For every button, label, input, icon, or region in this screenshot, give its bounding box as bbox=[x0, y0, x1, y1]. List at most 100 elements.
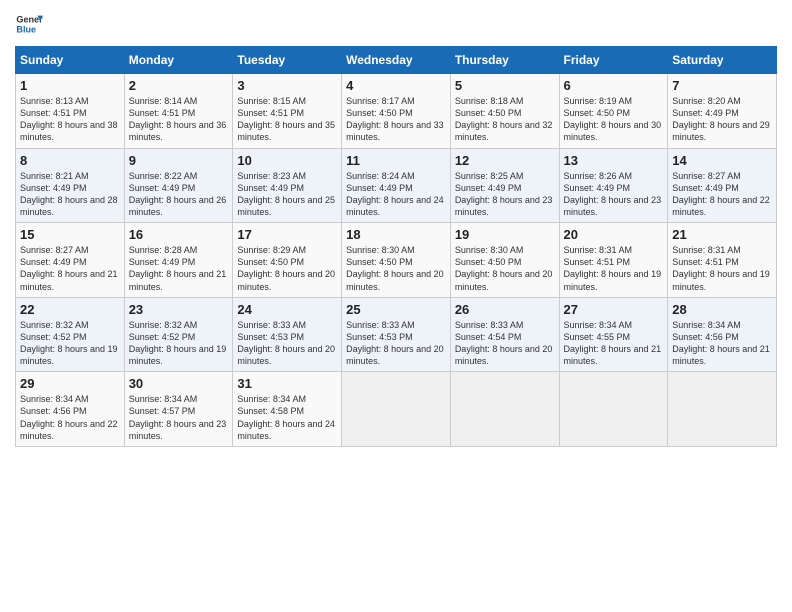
day-number: 8 bbox=[20, 153, 120, 168]
day-info: Sunrise: 8:31 AM Sunset: 4:51 PM Dayligh… bbox=[672, 244, 772, 293]
daylight-label: Daylight: 8 hours and 26 minutes. bbox=[129, 195, 227, 217]
sunset-label: Sunset: 4:57 PM bbox=[129, 406, 196, 416]
sunset-label: Sunset: 4:50 PM bbox=[455, 108, 522, 118]
day-info: Sunrise: 8:13 AM Sunset: 4:51 PM Dayligh… bbox=[20, 95, 120, 144]
day-info: Sunrise: 8:34 AM Sunset: 4:58 PM Dayligh… bbox=[237, 393, 337, 442]
calendar-cell bbox=[342, 372, 451, 447]
sunrise-label: Sunrise: 8:30 AM bbox=[346, 245, 415, 255]
calendar-cell: 10 Sunrise: 8:23 AM Sunset: 4:49 PM Dayl… bbox=[233, 148, 342, 223]
daylight-label: Daylight: 8 hours and 32 minutes. bbox=[455, 120, 553, 142]
sunrise-label: Sunrise: 8:20 AM bbox=[672, 96, 741, 106]
day-info: Sunrise: 8:22 AM Sunset: 4:49 PM Dayligh… bbox=[129, 170, 229, 219]
calendar-cell: 19 Sunrise: 8:30 AM Sunset: 4:50 PM Dayl… bbox=[450, 223, 559, 298]
column-header-friday: Friday bbox=[559, 47, 668, 74]
sunset-label: Sunset: 4:58 PM bbox=[237, 406, 304, 416]
day-info: Sunrise: 8:26 AM Sunset: 4:49 PM Dayligh… bbox=[564, 170, 664, 219]
sunrise-label: Sunrise: 8:30 AM bbox=[455, 245, 524, 255]
daylight-label: Daylight: 8 hours and 35 minutes. bbox=[237, 120, 335, 142]
sunrise-label: Sunrise: 8:33 AM bbox=[237, 320, 306, 330]
sunset-label: Sunset: 4:51 PM bbox=[129, 108, 196, 118]
calendar-cell: 18 Sunrise: 8:30 AM Sunset: 4:50 PM Dayl… bbox=[342, 223, 451, 298]
daylight-label: Daylight: 8 hours and 22 minutes. bbox=[20, 419, 118, 441]
sunrise-label: Sunrise: 8:34 AM bbox=[564, 320, 633, 330]
day-info: Sunrise: 8:27 AM Sunset: 4:49 PM Dayligh… bbox=[20, 244, 120, 293]
sunrise-label: Sunrise: 8:34 AM bbox=[20, 394, 89, 404]
day-info: Sunrise: 8:19 AM Sunset: 4:50 PM Dayligh… bbox=[564, 95, 664, 144]
day-info: Sunrise: 8:32 AM Sunset: 4:52 PM Dayligh… bbox=[20, 319, 120, 368]
column-header-thursday: Thursday bbox=[450, 47, 559, 74]
sunset-label: Sunset: 4:49 PM bbox=[20, 183, 87, 193]
calendar-cell bbox=[450, 372, 559, 447]
day-info: Sunrise: 8:17 AM Sunset: 4:50 PM Dayligh… bbox=[346, 95, 446, 144]
day-number: 26 bbox=[455, 302, 555, 317]
day-number: 18 bbox=[346, 227, 446, 242]
sunset-label: Sunset: 4:54 PM bbox=[455, 332, 522, 342]
day-number: 7 bbox=[672, 78, 772, 93]
calendar-header-row: SundayMondayTuesdayWednesdayThursdayFrid… bbox=[16, 47, 777, 74]
sunset-label: Sunset: 4:51 PM bbox=[237, 108, 304, 118]
calendar-cell: 3 Sunrise: 8:15 AM Sunset: 4:51 PM Dayli… bbox=[233, 74, 342, 149]
day-number: 19 bbox=[455, 227, 555, 242]
daylight-label: Daylight: 8 hours and 19 minutes. bbox=[564, 269, 662, 291]
calendar-cell bbox=[559, 372, 668, 447]
sunset-label: Sunset: 4:51 PM bbox=[20, 108, 87, 118]
sunrise-label: Sunrise: 8:34 AM bbox=[129, 394, 198, 404]
logo: General Blue bbox=[15, 10, 43, 38]
calendar-cell: 16 Sunrise: 8:28 AM Sunset: 4:49 PM Dayl… bbox=[124, 223, 233, 298]
day-number: 28 bbox=[672, 302, 772, 317]
sunrise-label: Sunrise: 8:27 AM bbox=[672, 171, 741, 181]
daylight-label: Daylight: 8 hours and 20 minutes. bbox=[455, 269, 553, 291]
daylight-label: Daylight: 8 hours and 21 minutes. bbox=[564, 344, 662, 366]
sunrise-label: Sunrise: 8:22 AM bbox=[129, 171, 198, 181]
sunrise-label: Sunrise: 8:26 AM bbox=[564, 171, 633, 181]
calendar-cell: 29 Sunrise: 8:34 AM Sunset: 4:56 PM Dayl… bbox=[16, 372, 125, 447]
calendar-cell: 24 Sunrise: 8:33 AM Sunset: 4:53 PM Dayl… bbox=[233, 297, 342, 372]
day-number: 27 bbox=[564, 302, 664, 317]
sunrise-label: Sunrise: 8:27 AM bbox=[20, 245, 89, 255]
calendar-week-5: 29 Sunrise: 8:34 AM Sunset: 4:56 PM Dayl… bbox=[16, 372, 777, 447]
calendar-cell: 1 Sunrise: 8:13 AM Sunset: 4:51 PM Dayli… bbox=[16, 74, 125, 149]
calendar-cell bbox=[668, 372, 777, 447]
sunrise-label: Sunrise: 8:15 AM bbox=[237, 96, 306, 106]
daylight-label: Daylight: 8 hours and 21 minutes. bbox=[20, 269, 118, 291]
daylight-label: Daylight: 8 hours and 30 minutes. bbox=[564, 120, 662, 142]
day-info: Sunrise: 8:34 AM Sunset: 4:57 PM Dayligh… bbox=[129, 393, 229, 442]
column-header-monday: Monday bbox=[124, 47, 233, 74]
day-number: 22 bbox=[20, 302, 120, 317]
day-number: 30 bbox=[129, 376, 229, 391]
day-number: 2 bbox=[129, 78, 229, 93]
daylight-label: Daylight: 8 hours and 24 minutes. bbox=[237, 419, 335, 441]
daylight-label: Daylight: 8 hours and 21 minutes. bbox=[672, 344, 770, 366]
calendar-cell: 8 Sunrise: 8:21 AM Sunset: 4:49 PM Dayli… bbox=[16, 148, 125, 223]
column-header-saturday: Saturday bbox=[668, 47, 777, 74]
day-info: Sunrise: 8:20 AM Sunset: 4:49 PM Dayligh… bbox=[672, 95, 772, 144]
calendar-cell: 14 Sunrise: 8:27 AM Sunset: 4:49 PM Dayl… bbox=[668, 148, 777, 223]
day-info: Sunrise: 8:14 AM Sunset: 4:51 PM Dayligh… bbox=[129, 95, 229, 144]
sunrise-label: Sunrise: 8:19 AM bbox=[564, 96, 633, 106]
day-info: Sunrise: 8:32 AM Sunset: 4:52 PM Dayligh… bbox=[129, 319, 229, 368]
sunrise-label: Sunrise: 8:33 AM bbox=[455, 320, 524, 330]
day-info: Sunrise: 8:33 AM Sunset: 4:53 PM Dayligh… bbox=[237, 319, 337, 368]
sunrise-label: Sunrise: 8:23 AM bbox=[237, 171, 306, 181]
day-info: Sunrise: 8:33 AM Sunset: 4:53 PM Dayligh… bbox=[346, 319, 446, 368]
calendar-cell: 15 Sunrise: 8:27 AM Sunset: 4:49 PM Dayl… bbox=[16, 223, 125, 298]
calendar-cell: 31 Sunrise: 8:34 AM Sunset: 4:58 PM Dayl… bbox=[233, 372, 342, 447]
sunset-label: Sunset: 4:56 PM bbox=[672, 332, 739, 342]
sunrise-label: Sunrise: 8:32 AM bbox=[129, 320, 198, 330]
svg-text:Blue: Blue bbox=[16, 24, 36, 34]
daylight-label: Daylight: 8 hours and 19 minutes. bbox=[672, 269, 770, 291]
calendar-cell: 2 Sunrise: 8:14 AM Sunset: 4:51 PM Dayli… bbox=[124, 74, 233, 149]
daylight-label: Daylight: 8 hours and 38 minutes. bbox=[20, 120, 118, 142]
day-number: 15 bbox=[20, 227, 120, 242]
sunset-label: Sunset: 4:52 PM bbox=[20, 332, 87, 342]
calendar-cell: 25 Sunrise: 8:33 AM Sunset: 4:53 PM Dayl… bbox=[342, 297, 451, 372]
day-info: Sunrise: 8:27 AM Sunset: 4:49 PM Dayligh… bbox=[672, 170, 772, 219]
sunset-label: Sunset: 4:53 PM bbox=[237, 332, 304, 342]
daylight-label: Daylight: 8 hours and 20 minutes. bbox=[237, 269, 335, 291]
sunrise-label: Sunrise: 8:18 AM bbox=[455, 96, 524, 106]
page-header: General Blue bbox=[15, 10, 777, 38]
daylight-label: Daylight: 8 hours and 28 minutes. bbox=[20, 195, 118, 217]
day-info: Sunrise: 8:28 AM Sunset: 4:49 PM Dayligh… bbox=[129, 244, 229, 293]
daylight-label: Daylight: 8 hours and 19 minutes. bbox=[20, 344, 118, 366]
daylight-label: Daylight: 8 hours and 19 minutes. bbox=[129, 344, 227, 366]
